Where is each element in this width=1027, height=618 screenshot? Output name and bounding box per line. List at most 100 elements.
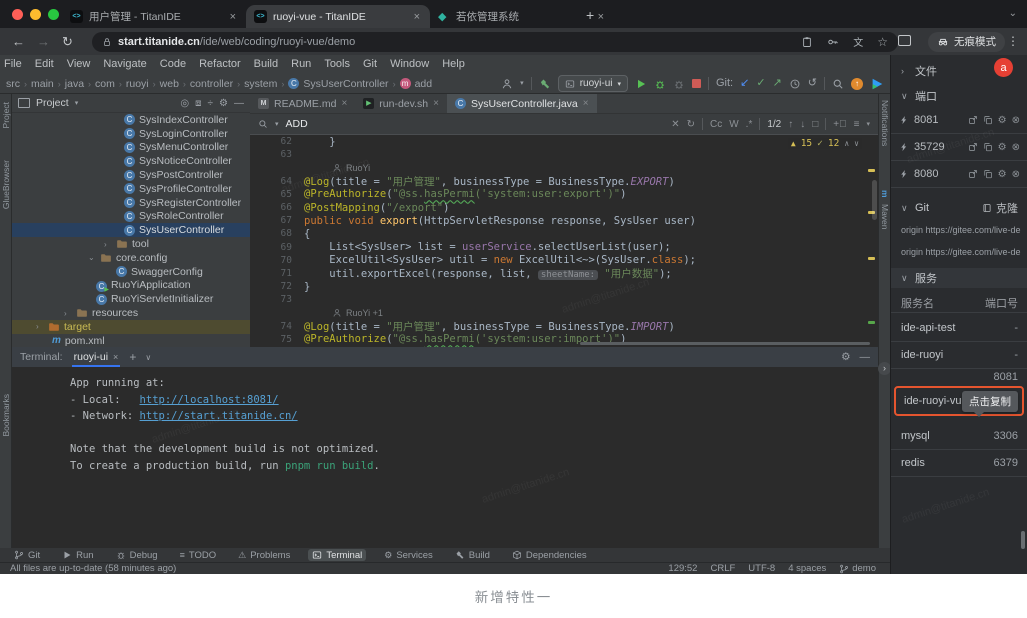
git-remote[interactable]: origin https://gitee.com/live-demo/ruoy.…	[901, 247, 1021, 257]
tree-item-pom.xml[interactable]: mpom.xml	[12, 334, 250, 347]
browser-menu-icon[interactable]: ⋮	[1007, 34, 1019, 48]
side-panel-icon[interactable]	[898, 35, 911, 46]
toolwindow-button-git[interactable]: Git	[10, 549, 44, 561]
terminal-settings-icon[interactable]: ⚙	[841, 351, 850, 363]
port-row[interactable]: 8080⚙⊗	[891, 161, 1027, 188]
breadcrumb-class[interactable]: SysUserController	[303, 78, 388, 90]
coverage-button[interactable]	[673, 78, 685, 90]
toolwindow-button-debug[interactable]: Debug	[112, 549, 162, 561]
tree-item-SysPostController[interactable]: CSysPostController	[12, 168, 250, 182]
tree-item-SysRoleController[interactable]: CSysRoleController	[12, 210, 250, 224]
bookmark-star-icon[interactable]: ☆	[877, 35, 888, 49]
terminal-tab-close-icon[interactable]: ×	[113, 352, 118, 362]
menu-item-navigate[interactable]: Navigate	[103, 58, 146, 70]
menu-item-window[interactable]: Window	[390, 58, 429, 70]
project-title[interactable]: Project	[36, 97, 69, 109]
forward-icon[interactable]: →	[37, 34, 50, 49]
settings-icon[interactable]: ⚙	[219, 98, 228, 109]
git-section-header[interactable]: ∨ Git 克隆	[891, 198, 1027, 218]
strip-label-bookmarks[interactable]: Bookmarks	[1, 394, 11, 437]
terminal-minimize-icon[interactable]: —	[860, 351, 871, 363]
breadcrumb-method[interactable]: add	[415, 78, 433, 90]
tab-close-icon[interactable]: ×	[228, 11, 238, 23]
tree-item-SwaggerConfig[interactable]: CSwaggerConfig	[12, 265, 250, 279]
tree-item-SysLoginController[interactable]: CSysLoginController	[12, 127, 250, 141]
breadcrumb-item[interactable]: controller	[190, 78, 233, 90]
locate-icon[interactable]: ◎	[180, 98, 189, 109]
close-circle-icon[interactable]: ⊗	[1012, 142, 1020, 153]
user-chevron-icon[interactable]: ▾	[520, 80, 524, 87]
run-button[interactable]	[635, 78, 647, 90]
menu-item-build[interactable]: Build	[254, 58, 278, 70]
tree-item-RuoYiServletInitializer[interactable]: CRuoYiServletInitializer	[12, 292, 250, 306]
inspections-widget[interactable]: ▲ 15 ✓ 12 ∧ ∨	[788, 138, 862, 149]
search-options-chevron-icon[interactable]: ▾	[866, 120, 870, 128]
editor-tab-close-icon[interactable]: ×	[341, 98, 347, 109]
user-icon[interactable]	[501, 78, 513, 90]
back-icon[interactable]: ←	[12, 34, 25, 49]
rollback-icon[interactable]: ↺	[808, 78, 817, 89]
next-match-icon[interactable]: ↓	[800, 119, 805, 130]
tree-item-SysProfileController[interactable]: CSysProfileController	[12, 182, 250, 196]
service-row[interactable]: ide-ruoyi-	[891, 342, 1027, 369]
minimize-window-button[interactable]	[30, 9, 41, 20]
service-row-highlighted[interactable]: ide-ruoyi-vue点击复制	[894, 386, 1024, 416]
add-selection-icon[interactable]: +⃞	[833, 119, 846, 130]
file-encoding[interactable]: UTF-8	[748, 563, 775, 574]
editor-horizontal-scrollbar[interactable]	[580, 342, 870, 345]
menu-item-tools[interactable]: Tools	[324, 58, 350, 70]
key-icon[interactable]	[827, 36, 839, 48]
tree-item-SysNoticeController[interactable]: CSysNoticeController	[12, 154, 250, 168]
menu-item-edit[interactable]: Edit	[35, 58, 54, 70]
git-remote[interactable]: origin https://gitee.com/live-demo/ruoy.…	[901, 225, 1021, 235]
terminal-link[interactable]: http://localhost:8081/	[140, 394, 279, 406]
breadcrumb-item[interactable]: web	[160, 78, 179, 90]
search-everywhere-icon[interactable]	[832, 78, 844, 90]
line-ending[interactable]: CRLF	[710, 563, 735, 574]
strip-label-project[interactable]: Project	[1, 102, 11, 128]
whole-words-toggle[interactable]: W	[729, 119, 738, 130]
tab-close-icon[interactable]: ×	[412, 11, 422, 23]
copy-icon[interactable]	[983, 169, 993, 179]
strip-label-notifications[interactable]: Notifications	[880, 100, 890, 146]
browser-tab[interactable]: <>ruoyi-vue - TitanIDE×	[246, 5, 430, 28]
menu-item-view[interactable]: View	[67, 58, 91, 70]
open-in-new-icon[interactable]	[968, 169, 978, 179]
open-in-new-icon[interactable]	[968, 115, 978, 125]
toolwindow-button-problems[interactable]: ⚠Problems	[234, 549, 294, 561]
editor-tab[interactable]: CSysUserController.java×	[447, 94, 597, 113]
port-row[interactable]: 35729⚙⊗	[891, 134, 1027, 161]
indent-setting[interactable]: 4 spaces	[788, 563, 826, 574]
editor-tab[interactable]: MREADME.md×	[250, 94, 355, 113]
strip-label-maven[interactable]: Maven	[880, 204, 890, 230]
close-window-button[interactable]	[12, 9, 23, 20]
expand-icon[interactable]: ⧈	[195, 98, 201, 109]
change-marker[interactable]	[868, 321, 875, 324]
strip-label-gluebrowser[interactable]: GlueBrowser	[1, 160, 11, 209]
tree-item-SysIndexController[interactable]: CSysIndexController	[12, 113, 250, 127]
side-panel-scrollbar[interactable]	[1021, 531, 1025, 549]
editor-tab-close-icon[interactable]: ×	[583, 98, 589, 109]
service-row[interactable]: mysql3306	[891, 423, 1027, 450]
prev-issue-icon[interactable]: ∧	[844, 139, 849, 148]
close-circle-icon[interactable]: ⊗	[1012, 169, 1020, 180]
reload-icon[interactable]: ↻	[62, 34, 73, 50]
toolwindow-button-terminal[interactable]: Terminal	[308, 549, 366, 561]
maximize-window-button[interactable]	[48, 9, 59, 20]
select-all-matches-icon[interactable]: □	[812, 119, 818, 130]
history-icon[interactable]	[789, 78, 801, 90]
services-section-header[interactable]: ∨ 服务	[891, 268, 1027, 288]
terminal-link[interactable]: http://start.titanide.cn/	[140, 410, 298, 422]
debug-button[interactable]	[654, 78, 666, 90]
settings-icon[interactable]: ⚙	[998, 142, 1007, 153]
settings-icon[interactable]: ⚙	[998, 115, 1007, 126]
menu-item-file[interactable]: File	[4, 58, 22, 70]
tree-item-SysRegisterController[interactable]: CSysRegisterController	[12, 196, 250, 210]
tree-item-target[interactable]: ›target	[12, 320, 250, 334]
breadcrumb-item[interactable]: system	[244, 78, 277, 90]
tree-chevron-icon[interactable]: ›	[64, 309, 72, 318]
git-branch-widget[interactable]: demo	[839, 563, 876, 574]
terminal-tab[interactable]: ruoyi-ui ×	[72, 347, 121, 367]
tree-item-SysUserController[interactable]: CSysUserController	[12, 223, 250, 237]
git-update-icon[interactable]: ↙	[740, 78, 749, 89]
